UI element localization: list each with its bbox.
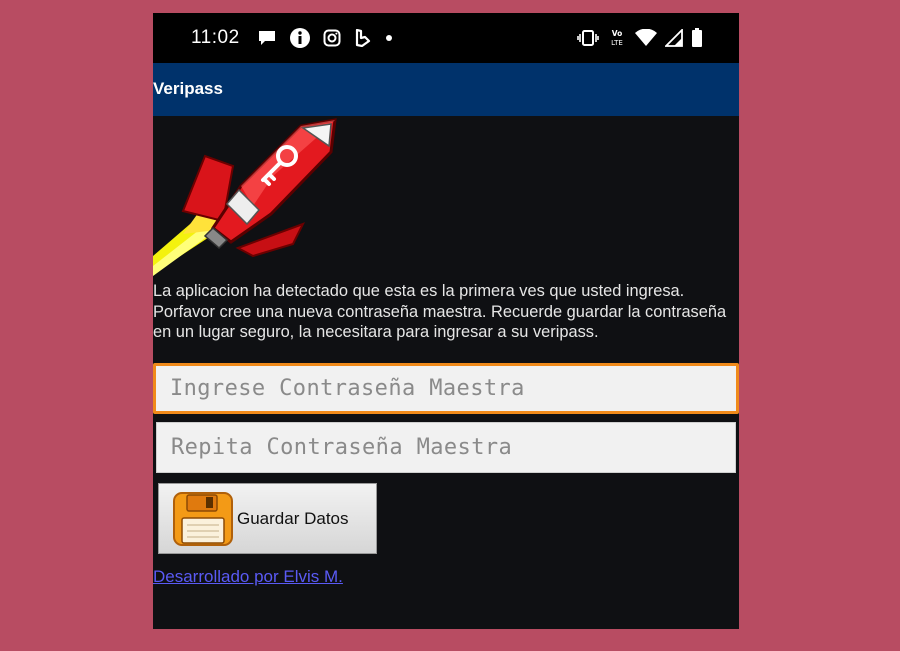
app-title: Veripass (153, 79, 223, 98)
svg-text:LTE: LTE (611, 39, 623, 47)
dot-icon (386, 35, 392, 41)
vibrate-icon (577, 30, 599, 46)
app-bar: Veripass (153, 63, 739, 116)
repeat-password-input[interactable]: Repita Contraseña Maestra (156, 422, 736, 473)
rocket-key-logo (153, 118, 337, 276)
status-bar: 11:02 Vo LTE (153, 13, 739, 63)
volte-icon: Vo LTE (611, 29, 623, 47)
signal-icon (665, 29, 683, 47)
first-use-message: La aplicacion ha detectado que esta es l… (153, 282, 727, 341)
phone-screen: 11:02 Vo LTE Veripass La aplicacion ha d… (153, 13, 739, 629)
message-icon (259, 31, 275, 45)
main-content: La aplicacion ha detectado que esta es l… (153, 116, 739, 629)
master-password-input[interactable]: Ingrese Contraseña Maestra (153, 363, 739, 414)
svg-text:Vo: Vo (612, 29, 623, 38)
developer-link[interactable]: Desarrollado por Elvis M. (153, 567, 343, 587)
info-icon (290, 28, 310, 48)
system-icons: Vo LTE (577, 28, 703, 48)
save-data-button[interactable]: Guardar Datos (158, 483, 377, 554)
status-time: 11:02 (191, 27, 240, 48)
wifi-icon (635, 29, 657, 46)
floppy-disk-icon (173, 491, 233, 546)
instagram-icon (323, 29, 341, 47)
notification-icons (257, 28, 393, 48)
bing-icon (355, 29, 371, 47)
battery-icon (692, 28, 702, 47)
save-button-label: Guardar Datos (237, 508, 349, 528)
